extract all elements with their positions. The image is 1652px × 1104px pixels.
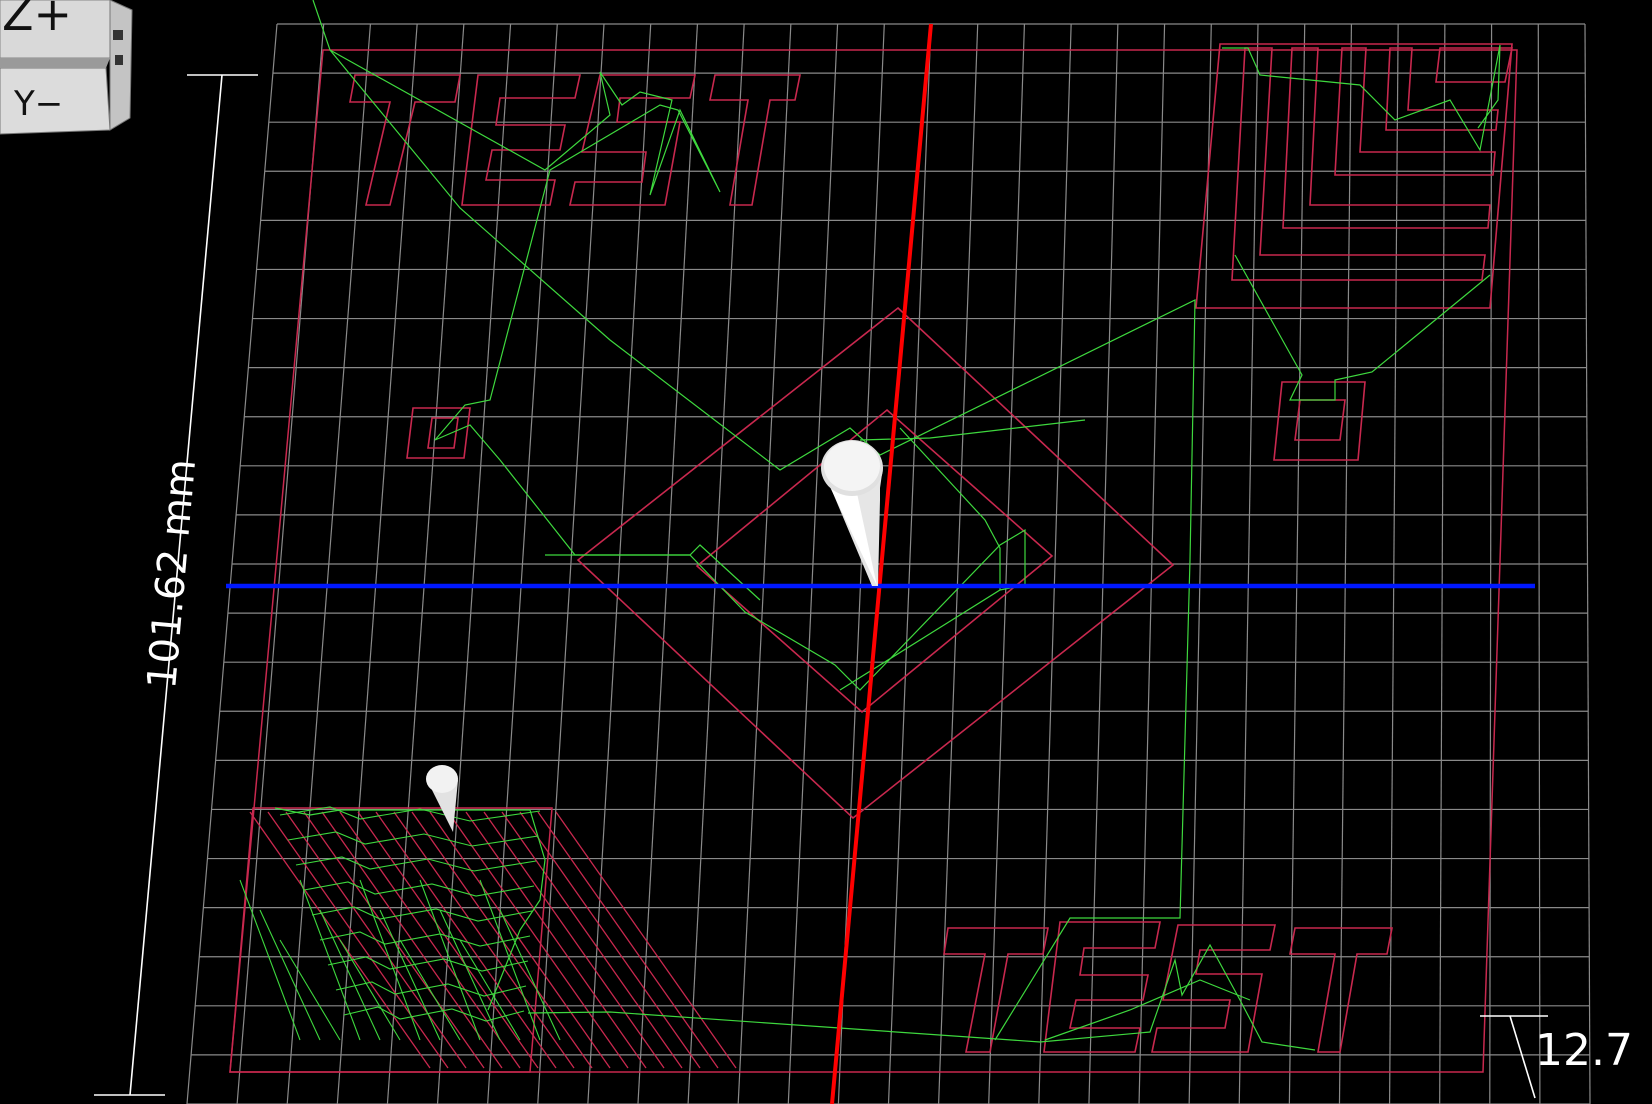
corner-dimension-label: 12.7 xyxy=(1535,1025,1633,1076)
view-cube[interactable]: Z+ Y− xyxy=(0,0,133,135)
viewport-background xyxy=(0,0,1652,1104)
cube-edge-marker xyxy=(113,30,123,40)
view-cube-y-label: Y− xyxy=(13,84,63,124)
3d-viewport[interactable]: 101.62 mm 12.7 Z+ Y− xyxy=(0,0,1652,1104)
cube-edge-marker xyxy=(115,55,123,65)
view-cube-z-label: Z+ xyxy=(2,0,72,41)
